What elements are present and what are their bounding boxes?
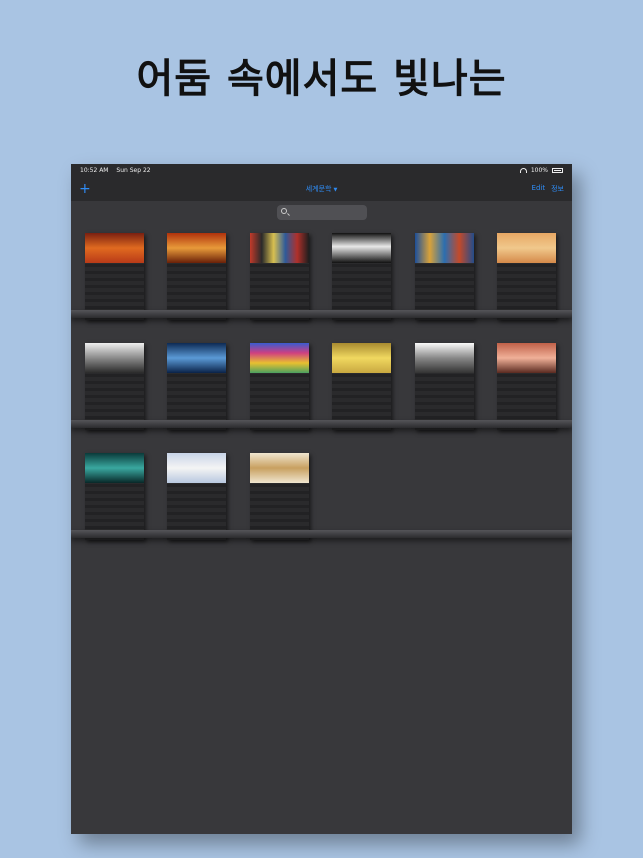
status-date: Sun Sep 22 [116, 167, 151, 174]
cover-art [249, 343, 309, 373]
search-field[interactable] [276, 204, 367, 220]
cover-art [85, 453, 144, 483]
cover-art [249, 453, 309, 483]
shelf-row [71, 331, 572, 441]
shelf-row [71, 221, 572, 331]
book-cover[interactable] [332, 233, 392, 320]
search-icon [280, 207, 287, 214]
book-cover[interactable] [85, 233, 144, 320]
status-bar: 10:52 AM Sun Sep 22 100% [71, 164, 572, 177]
book-cover[interactable] [414, 343, 474, 430]
book-cover[interactable] [167, 453, 227, 540]
book-cover[interactable] [249, 233, 309, 320]
info-button[interactable]: 정보 [551, 184, 564, 194]
shelf-row [71, 441, 572, 551]
cover-art [332, 343, 392, 373]
book-cover[interactable] [85, 343, 144, 430]
bookshelf [71, 221, 572, 551]
add-button[interactable]: + [79, 182, 91, 196]
cover-art [249, 233, 309, 263]
ipad-screen: 10:52 AM Sun Sep 22 100% + 세계문학 ▼ Edit 정보 [71, 164, 572, 834]
book-cover[interactable] [249, 453, 309, 540]
status-time: 10:52 AM [80, 167, 109, 174]
cover-art [496, 343, 556, 373]
shelf-board [71, 310, 572, 318]
cover-art [496, 233, 556, 263]
cover-art [414, 233, 474, 263]
wifi-icon [519, 168, 527, 173]
collection-title[interactable]: 세계문학 ▼ [71, 184, 572, 194]
collection-title-label: 세계문학 [305, 185, 332, 193]
book-cover[interactable] [332, 343, 392, 430]
cover-art [85, 343, 144, 373]
book-cover[interactable] [85, 453, 144, 540]
chevron-down-icon: ▼ [333, 187, 338, 193]
book-cover[interactable] [249, 343, 309, 430]
book-cover[interactable] [414, 233, 474, 320]
cover-art [167, 343, 227, 373]
book-cover[interactable] [167, 233, 227, 320]
navigation-bar: + 세계문학 ▼ Edit 정보 [71, 177, 572, 201]
battery-icon [552, 168, 563, 173]
headline: 어둠 속에서도 빛나는 [136, 56, 507, 102]
edit-button[interactable]: Edit [532, 184, 546, 194]
cover-art [414, 343, 474, 373]
cover-art [85, 233, 144, 263]
cover-art [167, 233, 227, 263]
shelf-board [71, 530, 572, 538]
cover-art [332, 233, 392, 263]
cover-art [167, 453, 227, 483]
battery-percent: 100% [530, 167, 548, 174]
book-cover[interactable] [496, 343, 556, 430]
book-cover[interactable] [496, 233, 556, 320]
shelf-board [71, 420, 572, 428]
book-cover[interactable] [167, 343, 227, 430]
